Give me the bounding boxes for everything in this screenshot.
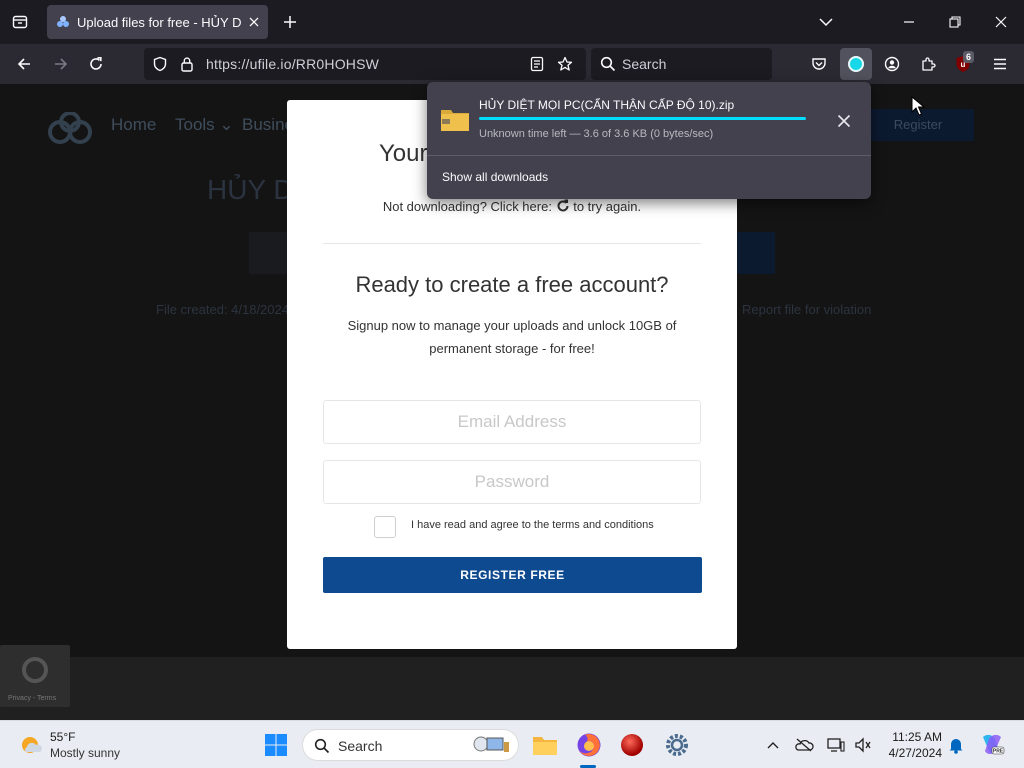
new-tab-icon[interactable]	[279, 11, 301, 33]
downloads-button[interactable]	[840, 48, 872, 80]
taskbar-search-label: Search	[338, 738, 383, 754]
hamburger-menu-icon[interactable]	[989, 53, 1011, 75]
sunny-weather-icon[interactable]	[18, 733, 44, 757]
url-text: https://ufile.io/RR0HOHSW	[206, 56, 380, 72]
ufile-favicon-icon	[57, 16, 69, 27]
page-download-button[interactable]	[737, 232, 775, 274]
retry-refresh-icon[interactable]	[556, 199, 570, 213]
downloads-panel: HỦY DIỆT MỌI PC(CẨN THẬN CẤP ĐỘ 10).zip …	[427, 82, 871, 199]
search-placeholder: Search	[622, 56, 667, 72]
page-report-link[interactable]: Report file for violation	[742, 302, 871, 317]
svg-text:PRE: PRE	[993, 749, 1004, 755]
ufile-logo-icon	[48, 112, 92, 144]
search-bar[interactable]: Search	[591, 48, 772, 80]
download-progress-bar	[479, 117, 806, 120]
firefox-taskbar-icon[interactable]	[575, 731, 603, 759]
page-dimmed-block	[249, 232, 287, 274]
close-window-icon[interactable]	[990, 11, 1012, 33]
modal-heading: Ready to create a free account?	[355, 272, 669, 297]
downloads-progress-icon	[848, 56, 864, 72]
modal-title: Your	[379, 140, 428, 167]
not-downloading-suffix: to try again.	[573, 199, 642, 214]
email-field[interactable]	[323, 400, 701, 444]
volume-muted-icon[interactable]	[853, 735, 873, 755]
not-downloading-prefix: Not downloading? Click here:	[382, 199, 552, 214]
mouse-pointer-icon	[911, 96, 925, 116]
restore-icon[interactable]	[944, 11, 966, 33]
extensions-puzzle-icon[interactable]	[917, 53, 939, 75]
display-network-icon[interactable]	[826, 735, 846, 755]
recaptcha-icon	[22, 657, 48, 683]
windows-start-icon[interactable]	[262, 731, 290, 759]
tab-bar: Upload files for free - HỦY DIỆT	[0, 0, 1024, 44]
copilot-icon[interactable]: PRE	[978, 731, 1006, 759]
firefox-view-icon[interactable]	[9, 11, 31, 33]
taskbar-search[interactable]: Search	[302, 729, 519, 761]
notification-bell-icon[interactable]	[946, 735, 966, 755]
system-clock[interactable]: 11:25 AM 4/27/2024	[880, 729, 942, 761]
bookmark-star-icon[interactable]	[554, 53, 576, 75]
page-footer	[0, 657, 1024, 720]
page-nav-tools[interactable]: Tools ⌄	[175, 115, 234, 135]
recaptcha-terms[interactable]: Privacy - Terms	[8, 695, 56, 702]
terms-checkbox[interactable]	[374, 516, 396, 538]
navigation-toolbar: https://ufile.io/RR0HOHSW Search u 6	[0, 44, 1024, 84]
search-icon	[597, 53, 619, 75]
tracking-protection-shield-icon[interactable]	[149, 53, 171, 75]
page-nav-home[interactable]: Home	[111, 115, 156, 135]
file-explorer-icon[interactable]	[531, 731, 559, 759]
clock-time: 11:25 AM	[892, 730, 942, 744]
page-file-heading: HỦY D	[207, 174, 294, 205]
clock-date: 4/27/2024	[888, 746, 942, 760]
download-status: Unknown time left — 3.6 of 3.6 KB (0 byt…	[479, 128, 714, 140]
browser-tab[interactable]: Upload files for free - HỦY DIỆT	[47, 5, 268, 39]
modal-divider	[323, 243, 701, 244]
recaptcha-badge[interactable]: Privacy - Terms	[0, 645, 70, 707]
back-arrow-icon[interactable]	[13, 53, 35, 75]
weather-description[interactable]: Mostly sunny	[50, 746, 120, 760]
register-free-button[interactable]: REGISTER FREE	[323, 557, 702, 593]
tab-title: Upload files for free - HỦY DIỆT	[77, 15, 242, 30]
download-filename[interactable]: HỦY DIỆT MỌI PC(CẨN THẬN CẤP ĐỘ 10).zip	[479, 98, 734, 112]
cancel-download-icon[interactable]	[834, 111, 854, 131]
red-ball-app-icon[interactable]	[618, 731, 646, 759]
search-highlight-icon	[473, 736, 509, 752]
list-tabs-chevron-icon[interactable]	[815, 11, 837, 33]
download-progress-fill	[479, 117, 806, 120]
reload-icon[interactable]	[85, 53, 107, 75]
zip-archive-icon	[441, 110, 469, 131]
forward-arrow-icon[interactable]	[50, 53, 72, 75]
pocket-icon[interactable]	[808, 53, 830, 75]
reader-view-icon[interactable]	[526, 53, 548, 75]
show-hidden-icons-chevron-icon[interactable]	[763, 735, 783, 755]
tab-close-icon[interactable]	[246, 14, 262, 30]
onedrive-cloud-icon[interactable]	[794, 735, 814, 755]
settings-gear-icon[interactable]	[663, 731, 691, 759]
show-all-downloads[interactable]: Show all downloads	[442, 170, 548, 184]
modal-description: Signup now to manage your uploads and un…	[347, 318, 677, 356]
password-field[interactable]	[323, 460, 701, 504]
weather-temperature[interactable]: 55°F	[50, 730, 75, 744]
windows-taskbar: 55°F Mostly sunny Search 11:25 AM 4/27/2…	[0, 720, 1024, 768]
page-file-created: File created: 4/18/2024	[156, 302, 289, 317]
terms-label: I have read and agree to the terms and c…	[411, 519, 654, 531]
padlock-icon[interactable]	[176, 53, 198, 75]
minimize-icon[interactable]	[898, 11, 920, 33]
downloads-divider	[427, 155, 871, 156]
not-downloading-text: Not downloading? Click here: to try agai…	[287, 199, 737, 214]
taskbar-search-icon	[314, 738, 330, 754]
url-bar[interactable]: https://ufile.io/RR0HOHSW	[144, 48, 586, 80]
extension-count-badge: 6	[963, 51, 975, 63]
account-icon[interactable]	[881, 53, 903, 75]
